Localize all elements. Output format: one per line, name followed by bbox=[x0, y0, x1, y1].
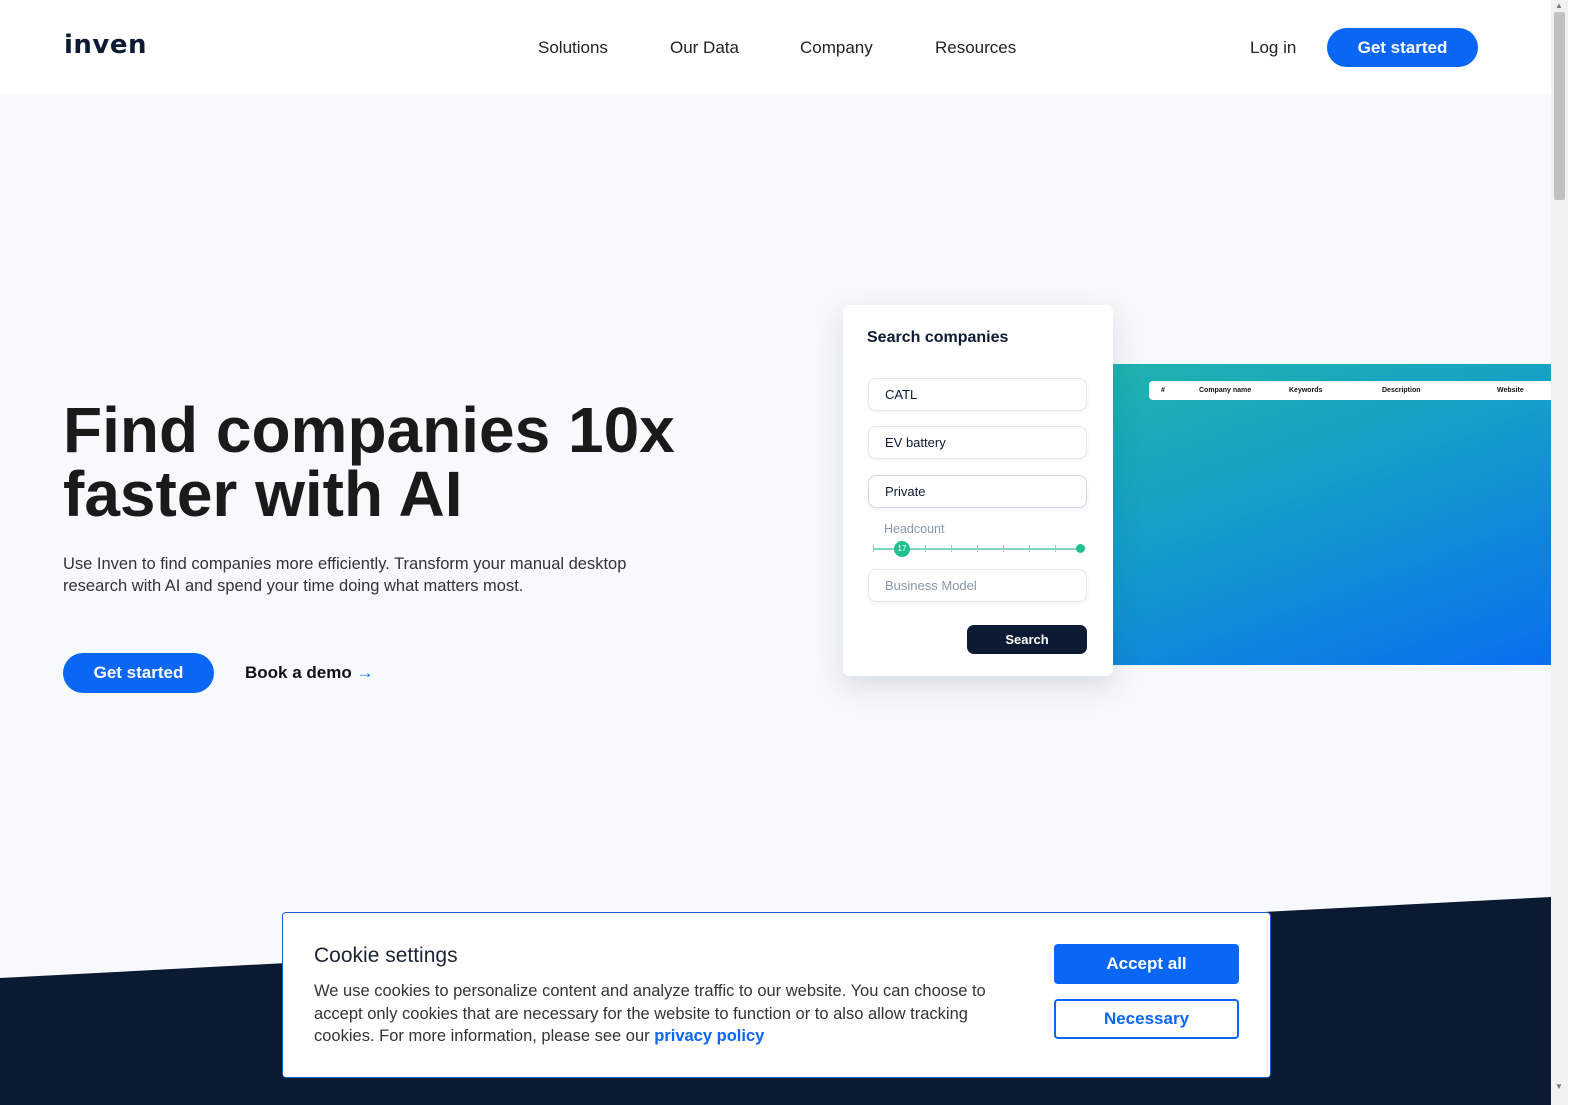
hero-subtitle: Use Inven to find companies more efficie… bbox=[63, 555, 627, 595]
accept-all-button[interactable]: Accept all bbox=[1054, 944, 1239, 984]
business-model-field[interactable]: Business Model bbox=[868, 569, 1087, 602]
search-card-title: Search companies bbox=[867, 329, 1009, 346]
logo[interactable]: inven bbox=[64, 30, 147, 60]
headcount-slider-max-handle[interactable] bbox=[1076, 544, 1085, 553]
col-website: Website bbox=[1497, 387, 1524, 394]
headcount-slider-handle[interactable]: 17 bbox=[894, 541, 910, 557]
col-description: Description bbox=[1382, 387, 1421, 394]
necessary-button[interactable]: Necessary bbox=[1054, 999, 1239, 1039]
scroll-down-icon[interactable]: ▼ bbox=[1555, 1082, 1563, 1091]
privacy-policy-link[interactable]: privacy policy bbox=[654, 1027, 764, 1045]
cookie-banner: Cookie settings We use cookies to person… bbox=[282, 912, 1271, 1078]
cookie-description: We use cookies to personalize content an… bbox=[314, 982, 986, 1045]
keyword-field[interactable]: EV battery bbox=[868, 426, 1087, 459]
search-button[interactable]: Search bbox=[967, 625, 1087, 654]
nav-company[interactable]: Company bbox=[800, 38, 873, 58]
col-number: # bbox=[1161, 387, 1165, 394]
scroll-up-icon[interactable]: ▲ bbox=[1555, 1, 1563, 10]
cookie-text: We use cookies to personalize content an… bbox=[314, 980, 1004, 1048]
ownership-field[interactable]: Private bbox=[868, 475, 1087, 508]
nav-our-data[interactable]: Our Data bbox=[670, 38, 739, 58]
col-company-name: Company name bbox=[1199, 387, 1252, 394]
hero-title: Find companies 10x faster with AI bbox=[63, 394, 675, 530]
headcount-label: Headcount bbox=[884, 522, 945, 536]
cookie-title: Cookie settings bbox=[314, 944, 458, 967]
arrow-right-icon: → bbox=[356, 663, 374, 682]
login-link[interactable]: Log in bbox=[1250, 38, 1296, 58]
results-preview: # Company name Keywords Description Webs… bbox=[1113, 364, 1551, 665]
nav-solutions[interactable]: Solutions bbox=[538, 38, 608, 58]
col-keywords: Keywords bbox=[1289, 387, 1323, 394]
scrollbar[interactable]: ▲ ▼ bbox=[1551, 0, 1568, 1105]
book-demo-label: Book a demo bbox=[245, 663, 352, 682]
book-demo-link[interactable]: Book a demo → bbox=[245, 663, 373, 683]
scrollbar-thumb[interactable] bbox=[1554, 12, 1565, 200]
search-card: Search companies CATL EV battery Private… bbox=[843, 305, 1113, 676]
hero-get-started-button[interactable]: Get started bbox=[63, 653, 214, 693]
company-field[interactable]: CATL bbox=[868, 378, 1087, 411]
nav-resources[interactable]: Resources bbox=[935, 38, 1016, 58]
results-table-header: # Company name Keywords Description Webs… bbox=[1149, 381, 1551, 400]
top-nav: inven Solutions Our Data Company Resourc… bbox=[0, 0, 1551, 94]
headcount-slider[interactable]: 17 bbox=[873, 541, 1085, 557]
nav-get-started-button[interactable]: Get started bbox=[1327, 28, 1478, 67]
